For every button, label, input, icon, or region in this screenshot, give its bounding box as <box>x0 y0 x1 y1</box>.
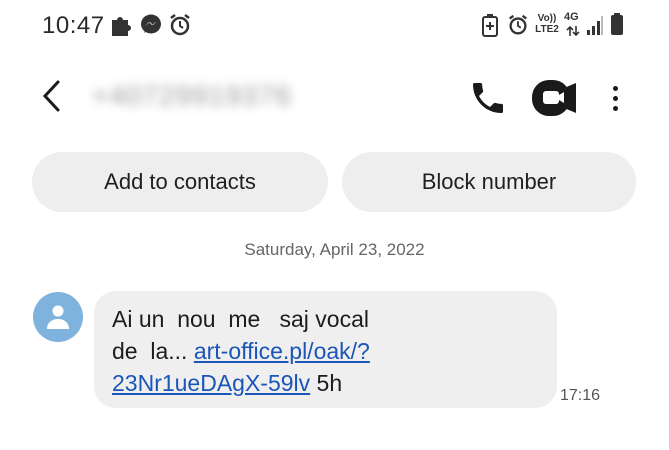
message-line: Ai un nou me saj vocal <box>112 306 369 332</box>
add-to-contacts-button[interactable]: Add to contacts <box>32 152 328 212</box>
more-options-button[interactable] <box>600 78 630 118</box>
call-button[interactable] <box>468 78 508 118</box>
status-bar: 10:47 Vo)) LTE2 4G <box>0 0 640 56</box>
date-separator: Saturday, April 23, 2022 <box>244 240 425 259</box>
alarm-icon <box>167 12 193 43</box>
chevron-left-icon <box>42 80 60 112</box>
message-link[interactable]: art-office.pl/oak/? <box>194 338 370 364</box>
volte-icon: Vo)) LTE2 <box>535 13 559 35</box>
message-bubble[interactable]: Ai un nou me saj vocal de la... art-offi… <box>94 291 557 408</box>
message-line: 23Nr1ueDAgX-59lv 5h <box>112 367 543 399</box>
more-vert-dot <box>612 105 618 111</box>
battery-saver-icon <box>480 12 500 43</box>
message-line: de la... art-office.pl/oak/? <box>112 335 543 367</box>
conversation-header: +40729919376 <box>0 60 640 140</box>
back-button[interactable] <box>30 74 74 118</box>
video-call-button[interactable] <box>530 76 578 120</box>
signal-icon <box>586 14 604 41</box>
puzzle-icon <box>108 12 134 43</box>
more-vert-icon <box>612 85 618 91</box>
video-call-icon <box>532 80 576 116</box>
battery-icon <box>610 12 624 41</box>
alarm-icon <box>506 12 530 43</box>
phone-icon <box>473 83 503 113</box>
message-text: 5h <box>310 370 343 396</box>
network-4g-icon: 4G <box>564 11 579 23</box>
message-link-continued[interactable]: 23Nr1ueDAgX-59lv <box>112 370 310 396</box>
person-icon <box>47 305 69 329</box>
block-number-button[interactable]: Block number <box>342 152 636 212</box>
more-vert-dot <box>612 95 618 101</box>
contact-name[interactable]: +40729919376 <box>92 80 292 112</box>
avatar[interactable] <box>33 292 83 342</box>
message-timestamp: 17:16 <box>560 387 601 404</box>
message-text: de la... <box>112 338 194 364</box>
messenger-icon <box>139 12 163 43</box>
status-time: 10:47 <box>42 12 105 39</box>
data-arrows-icon <box>566 24 580 42</box>
